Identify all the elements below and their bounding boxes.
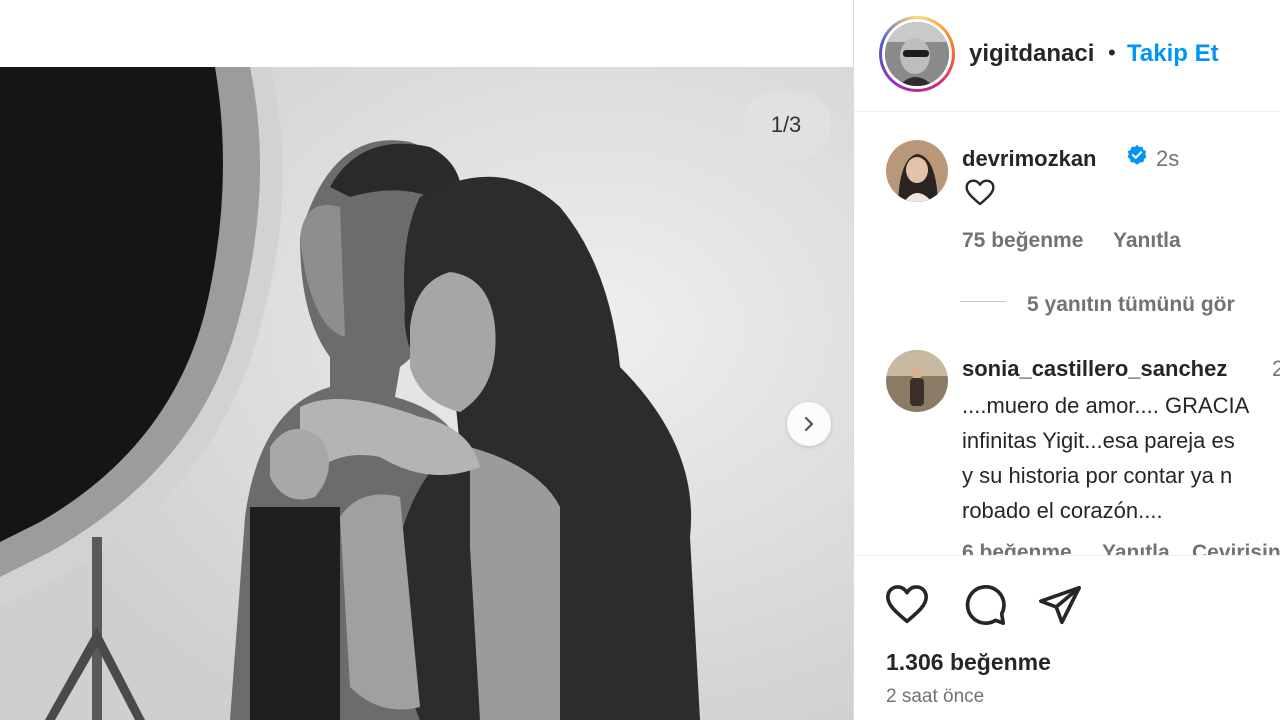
heart-icon[interactable]: [884, 582, 930, 628]
post-timestamp[interactable]: 2 saat önce: [886, 686, 984, 708]
post-photo[interactable]: [0, 67, 853, 720]
chevron-right-icon: [804, 416, 814, 432]
comment-icon[interactable]: [962, 582, 1008, 628]
comment-avatar[interactable]: [886, 140, 948, 202]
carousel-counter: 1/3: [741, 92, 831, 158]
avatar-photo: [885, 22, 949, 86]
comment-likes[interactable]: 6 beğenme: [962, 541, 1072, 555]
verified-badge-icon: [1127, 144, 1147, 165]
view-replies-button[interactable]: 5 yanıtın tümünü gör: [1027, 293, 1235, 317]
avatar-photo: [886, 140, 948, 202]
header-separator: •: [1108, 40, 1116, 65]
comment-text-line: robado el corazón....: [962, 498, 1163, 523]
comments-list[interactable]: devrimozkan 2s 75 beğenme Yanıtla 5 yanı…: [854, 113, 1280, 555]
post-side-panel: yigitdanaci • Takip Et devrimozkan 2s 75…: [853, 0, 1280, 720]
post-likes-count[interactable]: 1.306 beğenme: [886, 649, 1051, 676]
comment-time: 2s: [1156, 146, 1180, 171]
comment-avatar[interactable]: [886, 350, 948, 412]
post-actions: 1.306 beğenme 2 saat önce: [854, 555, 1280, 720]
replies-divider: [960, 301, 1006, 302]
follow-button[interactable]: Takip Et: [1127, 40, 1219, 68]
carousel-next-button[interactable]: [787, 402, 831, 446]
comment-time: 2s: [1272, 356, 1280, 381]
comment-text-line: y su historia por contar ya n: [962, 463, 1233, 488]
avatar-photo: [886, 350, 948, 412]
heart-icon: [965, 179, 995, 206]
photo-illustration: [0, 67, 853, 720]
reply-button[interactable]: Yanıtla: [1113, 229, 1181, 253]
translate-button[interactable]: Çevirisin: [1192, 541, 1280, 555]
comment-username[interactable]: sonia_castillero_sanchez: [962, 356, 1227, 382]
comment-likes[interactable]: 75 beğenme: [962, 229, 1083, 253]
post-header: yigitdanaci • Takip Et: [854, 0, 1280, 112]
post-media: 1/3: [0, 0, 853, 720]
comment-username[interactable]: devrimozkan: [962, 146, 1097, 172]
share-icon[interactable]: [1037, 582, 1083, 628]
author-avatar[interactable]: [879, 16, 955, 92]
comment-text-line: ....muero de amor.... GRACIA: [962, 393, 1250, 418]
reply-button[interactable]: Yanıtla: [1102, 541, 1170, 555]
author-username[interactable]: yigitdanaci: [969, 40, 1094, 68]
comment-text-line: infinitas Yigit...esa pareja es: [962, 428, 1235, 453]
